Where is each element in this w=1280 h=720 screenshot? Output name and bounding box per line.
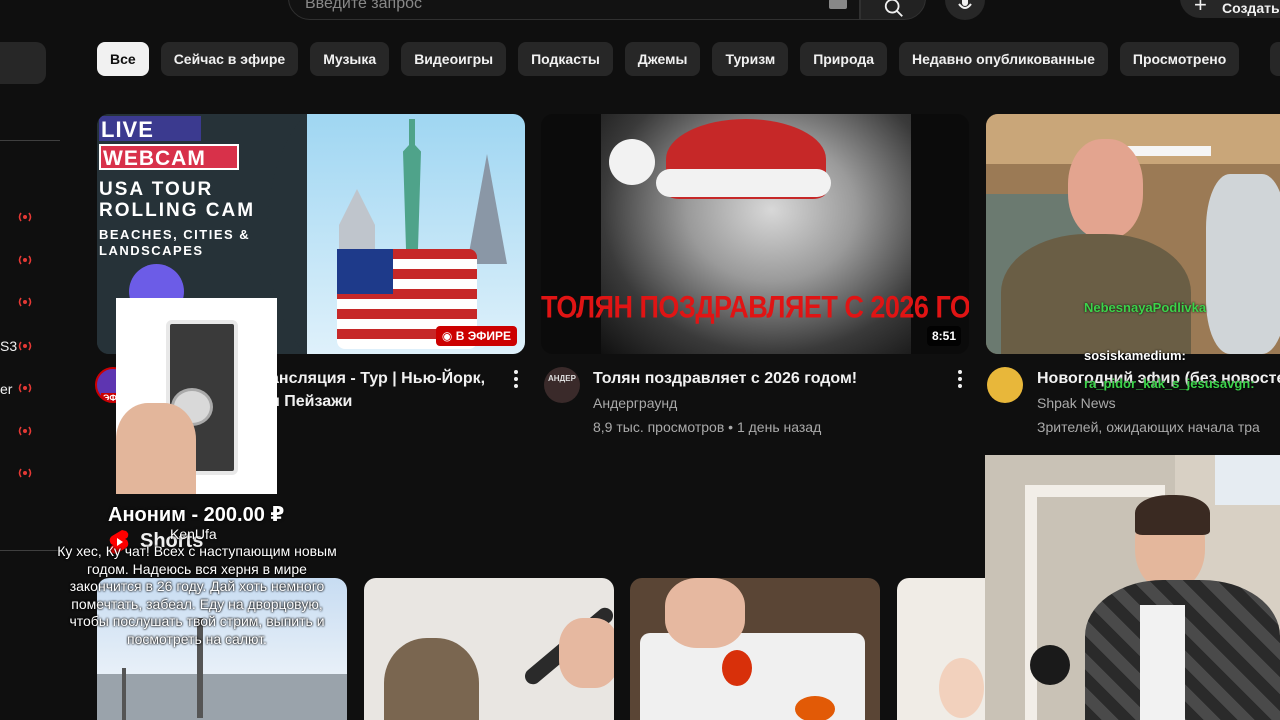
donation-user: KenUfa [170,526,217,542]
webcam-text: WEBCAM [103,147,206,170]
video-title[interactable]: Толян поздравляет с 2026 годом! [593,368,857,390]
more-options-icon[interactable] [957,370,963,390]
sidebar-divider [0,550,60,551]
chip-tourism[interactable]: Туризм [712,42,789,76]
short-face [939,658,984,718]
live-icon[interactable] [17,296,33,308]
video-title-line2[interactable]: и Пейзажи [270,391,352,413]
voice-search-button[interactable] [945,0,985,20]
search-icon [884,0,903,17]
chip-podcasts[interactable]: Подкасты [518,42,613,76]
keyboard-icon[interactable] [829,0,847,9]
more-options-icon[interactable] [513,370,519,390]
create-button[interactable]: + Создать [1180,0,1280,18]
mic-icon [958,0,972,9]
live-badge-label: В ЭФИРЕ [455,329,511,343]
streamer-webcam [985,455,1280,720]
chip-watched[interactable]: Просмотрено [1119,42,1240,76]
thumb-line-4: LANDSCAPES [99,243,204,258]
thumb-spacesuit [1206,174,1280,354]
youtube-home-page: Введите запрос + Создать S3 er Все Сейча… [0,0,1280,720]
thumb-person-body [1001,234,1191,354]
channel-name[interactable]: Shpak News [1037,395,1116,411]
video-thumbnail[interactable] [986,114,1280,354]
thumb-person-head [1068,139,1143,239]
search-placeholder: Введите запрос [305,0,422,12]
duration-badge: 8:51 [926,326,961,346]
live-icon[interactable] [17,467,33,479]
chip-videogames[interactable]: Видеоигры [401,42,507,76]
donation-image [116,298,277,494]
thumb-line-2: ROLLING CAM [99,200,256,221]
video-meta: Зрителей, ожидающих начала тра [1037,419,1260,435]
live-text: LIVE [101,117,154,142]
chat-username: sosiskamedium: [1084,348,1186,363]
search-input[interactable]: Введите запрос [288,0,860,20]
donation-hand [116,403,196,494]
filter-chips: Все Сейчас в эфире Музыка Видеоигры Подк… [97,42,1240,76]
chip-all[interactable]: Все [97,42,149,76]
live-icon[interactable] [17,211,33,223]
chip-live[interactable]: Сейчас в эфире [160,42,299,76]
chat-username: ra_pidor_kak_s_jesusavgn: [1084,376,1255,391]
live-badge: ◉ В ЭФИРЕ [435,326,517,346]
sidebar-channel-label[interactable]: er [0,381,12,397]
channel-name[interactable]: Андерграунд [593,395,677,411]
short-pole [122,668,126,720]
short-yolk [722,650,752,686]
microphone-icon [1030,645,1070,685]
short-hand [665,578,745,648]
thumb-caption: ТОЛЯН ПОЗДРАВЛЯЕТ С 2026 ГОДОМ [541,289,969,325]
short-yolk [795,696,835,720]
live-icon[interactable] [17,340,33,352]
chip-nature[interactable]: Природа [800,42,887,76]
chip-music[interactable]: Музыка [310,42,390,76]
create-label: Создать [1222,0,1280,16]
search-button[interactable] [860,0,926,20]
live-icon[interactable] [17,254,33,266]
santa-hat-pom [609,139,655,185]
santa-hat-trim [656,169,831,197]
plus-icon: + [1194,0,1207,17]
webcam-banner: WEBCAM [99,144,239,170]
donation-message: Ку хес, Ку чат! Всех с наступающим новым… [57,543,337,647]
video-meta: 8,9 тыс. просмотров • 1 день назад [593,419,822,435]
chip-jams[interactable]: Джемы [624,42,701,76]
short-thumbnail[interactable] [364,578,614,720]
live-icon[interactable] [17,425,33,437]
thumb-flag-canton [337,249,393,294]
live-icon[interactable] [17,382,33,394]
webcam-window [1215,455,1280,505]
donation-title: Аноним - 200.00 ₽ [108,504,285,526]
short-kitten [384,638,479,720]
thumb-line-1: USA TOUR [99,179,214,200]
chat-username: NebesnayaPodlivka [1084,300,1207,315]
video-thumbnail[interactable]: ТОЛЯН ПОЗДРАВЛЯЕТ С 2026 ГОДОМ 8:51 [541,114,969,354]
channel-avatar[interactable] [987,367,1023,403]
webcam-hair [1135,495,1210,535]
sidebar-divider [0,140,60,141]
avatar-text: АНДЕР [548,374,576,383]
video-title[interactable]: ансляция - Тур | Нью-Йорк, [270,368,485,390]
live-banner: LIVE [99,116,201,142]
webcam-tshirt [1140,605,1185,720]
thumb-line-3: BEACHES, CITIES & [99,227,251,242]
chip-recently-uploaded[interactable]: Недавно опубликованные [899,42,1108,76]
short-hand [559,618,614,688]
chip-next[interactable] [1270,42,1280,76]
channel-avatar[interactable]: АНДЕР [544,367,580,403]
sidebar-channel-label[interactable]: S3 [0,338,17,354]
short-thumbnail[interactable] [897,578,997,720]
short-thumbnail[interactable] [630,578,880,720]
sidebar-item-home[interactable] [0,42,46,84]
